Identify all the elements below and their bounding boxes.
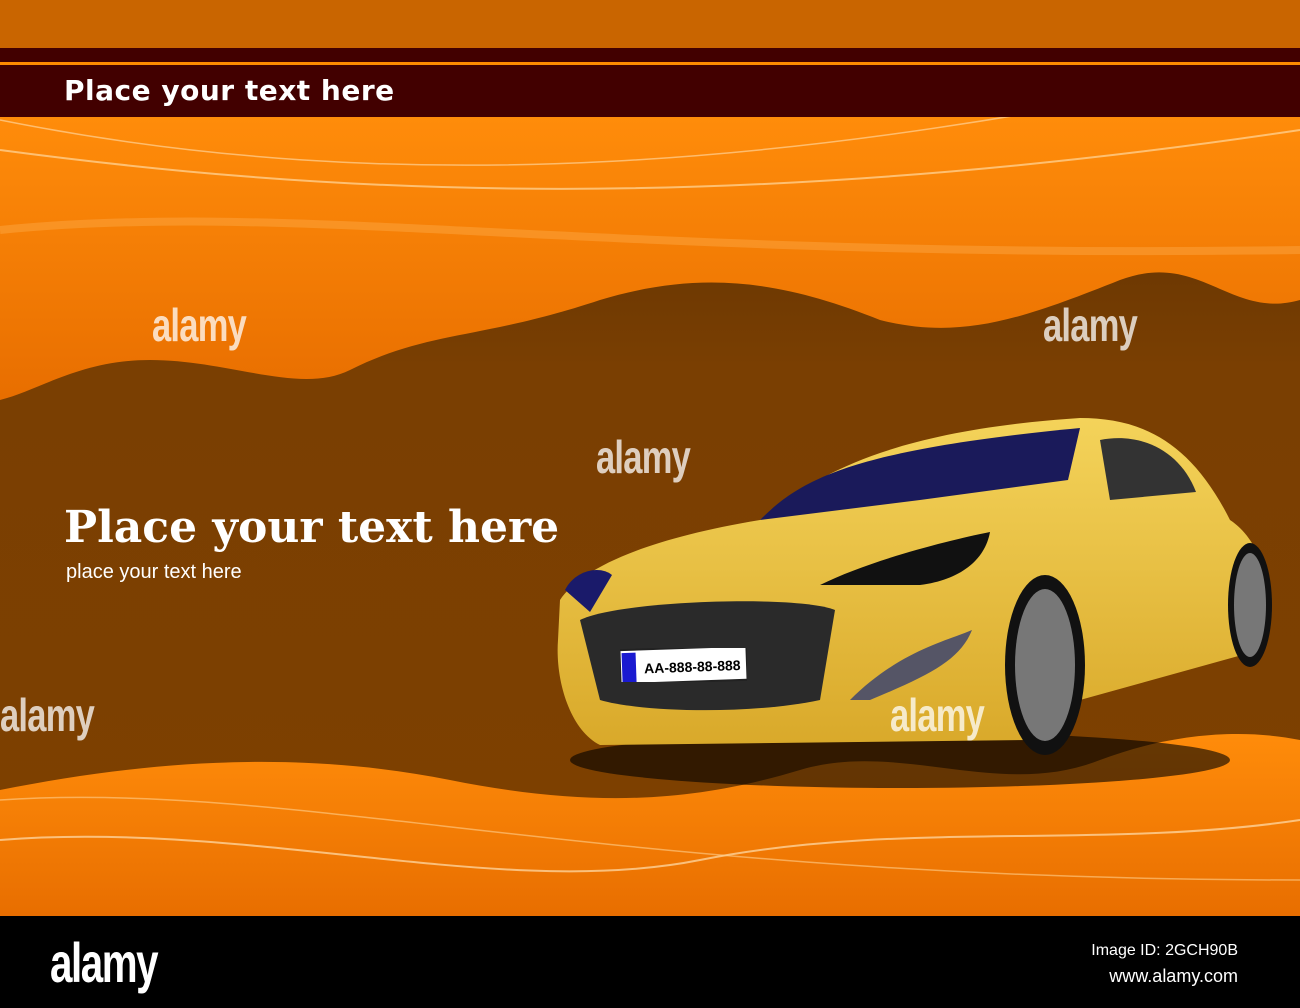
site-url: www.alamy.com [1109,966,1238,986]
watermark: alamy [890,689,985,741]
footer-bar: alamy Image ID: 2GCH90B www.alamy.com [0,916,1300,1008]
watermark: alamy [596,431,691,483]
alamy-logo: alamy [50,931,159,994]
watermark: alamy [1043,299,1138,351]
watermark: alamy [0,689,95,741]
plate-number: AA-888-88-888 [644,657,741,676]
watermark: alamy [152,299,247,351]
image-id: Image ID: 2GCH90B [1091,942,1238,959]
headline: Place your text here [64,502,560,553]
subheadline: place your text here [66,561,242,583]
banner-title: Place your text here [64,74,395,107]
license-plate: AA-888-88-888 [620,648,747,682]
